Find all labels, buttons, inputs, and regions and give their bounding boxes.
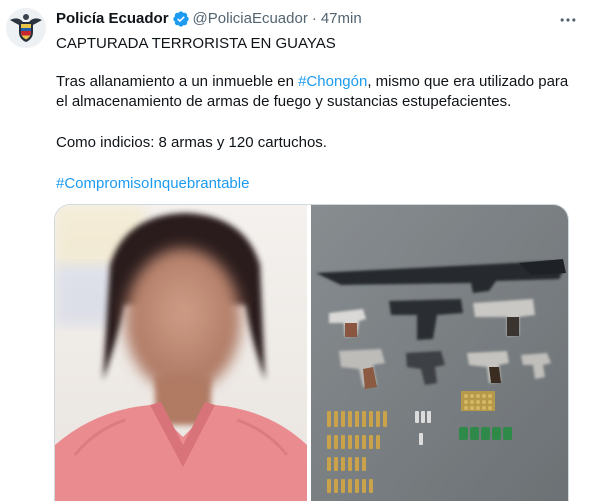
more-options-icon[interactable] — [554, 8, 582, 32]
tweet-paragraph-2: Como indicios: 8 armas y 120 cartuchos. — [56, 134, 327, 151]
tweet-title-line: CAPTURADA TERRORISTA EN GUAYAS — [56, 35, 336, 52]
person-photo-image — [55, 205, 307, 501]
police-shield-icon — [6, 8, 46, 48]
tweet-paragraph-1: Tras allanamiento a un inmueble en #Chon… — [56, 72, 584, 112]
seized-weapons-image — [311, 205, 568, 501]
author-avatar[interactable] — [6, 8, 46, 48]
header-separator: · — [311, 10, 317, 27]
tweet-header: Policía Ecuador @PoliciaEcuador · 47min — [56, 8, 362, 30]
verified-badge-icon — [172, 10, 190, 28]
media-photo-person[interactable] — [55, 205, 307, 501]
hashtag-compromiso-link[interactable]: #CompromisoInquebrantable — [56, 175, 249, 192]
paragraph-text: Tras allanamiento a un inmueble en — [56, 73, 299, 90]
author-handle[interactable]: @PoliciaEcuador — [193, 9, 308, 29]
tweet-card[interactable]: Policía Ecuador @PoliciaEcuador · 47min … — [0, 0, 594, 501]
tweet-body: CAPTURADA TERRORISTA EN GUAYAS Tras alla… — [56, 34, 584, 192]
media-photo-evidence[interactable] — [311, 205, 568, 501]
author-name[interactable]: Policía Ecuador — [56, 9, 169, 29]
tweet-timestamp[interactable]: 47min — [321, 9, 362, 29]
tweet-media[interactable] — [54, 204, 569, 501]
tweet-hashtag-line: #CompromisoInquebrantable — [56, 174, 584, 194]
hashtag-chongon-link[interactable]: #Chongón — [298, 73, 367, 90]
